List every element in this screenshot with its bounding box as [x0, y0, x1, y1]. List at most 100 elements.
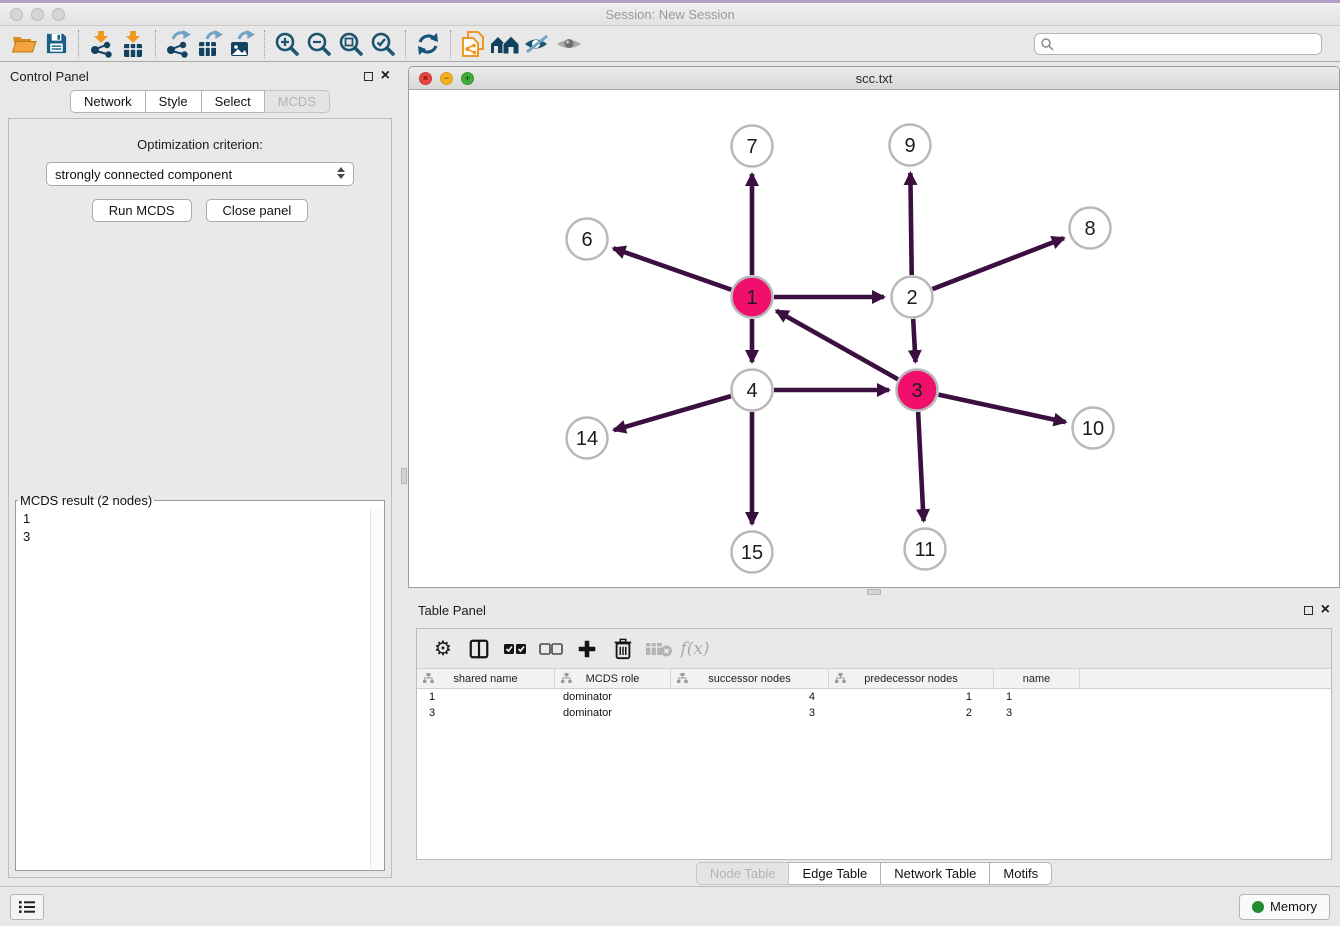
status-bar: Memory: [0, 886, 1340, 926]
optimization-select[interactable]: strongly connected component: [46, 162, 354, 186]
table-settings-button[interactable]: ⚙: [427, 633, 459, 665]
column-header-label: shared name: [453, 673, 517, 685]
column-header-mcds-role[interactable]: MCDS role: [555, 669, 671, 688]
zoom-out-button[interactable]: [303, 29, 335, 59]
task-history-button[interactable]: [10, 894, 44, 920]
node-label-11: 11: [915, 539, 936, 561]
edge-1-6[interactable]: [613, 248, 731, 289]
run-mcds-button[interactable]: Run MCDS: [92, 199, 192, 222]
divider-grip[interactable]: [401, 468, 407, 484]
function-builder-button[interactable]: f(x): [679, 633, 711, 665]
memory-label: Memory: [1270, 899, 1317, 914]
table-row[interactable]: 1dominator411: [417, 689, 1331, 705]
table-cell[interactable]: 4: [671, 689, 829, 705]
export-image-button[interactable]: [226, 29, 258, 59]
tab-select[interactable]: Select: [202, 90, 265, 113]
table-tab-node-table[interactable]: Node Table: [696, 862, 790, 885]
tab-mcds[interactable]: MCDS: [265, 90, 330, 113]
edge-2-3[interactable]: [913, 319, 915, 362]
search-input[interactable]: [1034, 33, 1322, 55]
table-header-row: shared name MCDS role successor nodes prede…: [417, 669, 1331, 689]
import-network-button[interactable]: [85, 29, 117, 59]
network-canvas[interactable]: 7968124314101511: [409, 90, 1339, 587]
table-tab-edge-table[interactable]: Edge Table: [789, 862, 881, 885]
column-header-shared-name[interactable]: shared name: [417, 669, 555, 688]
optimization-select-value: strongly connected component: [55, 167, 232, 182]
result-item[interactable]: 1: [17, 510, 370, 528]
result-scrollbar[interactable]: [370, 509, 383, 869]
add-column-button[interactable]: [571, 633, 603, 665]
edge-2-9[interactable]: [910, 173, 911, 275]
close-panel-icon[interactable]: ×: [381, 70, 390, 82]
save-session-button[interactable]: [40, 29, 72, 59]
export-image-icon: [228, 30, 256, 58]
attribute-icon: [677, 673, 688, 684]
hide-selected-button[interactable]: [521, 29, 553, 59]
search-icon: [1040, 37, 1054, 51]
eye-slash-icon: [523, 32, 551, 56]
tab-style[interactable]: Style: [146, 90, 202, 113]
close-panel-icon[interactable]: ×: [1321, 604, 1330, 616]
control-panel-title: Control Panel: [10, 69, 89, 84]
zoom-in-icon: [274, 31, 300, 57]
column-header-predecessor-nodes[interactable]: predecessor nodes: [829, 669, 994, 688]
column-header-name[interactable]: name: [994, 669, 1080, 688]
horizontal-split-divider[interactable]: [408, 588, 1340, 596]
edge-3-10[interactable]: [939, 395, 1066, 422]
trash-icon: [613, 638, 633, 660]
table-cell[interactable]: 1: [417, 689, 555, 705]
edge-3-1[interactable]: [776, 311, 897, 379]
tab-network[interactable]: Network: [70, 90, 146, 113]
deselect-all-button[interactable]: [535, 633, 567, 665]
edge-4-14[interactable]: [614, 396, 731, 430]
zoom-selected-button[interactable]: [367, 29, 399, 59]
edge-2-8[interactable]: [933, 238, 1064, 289]
column-header-successor-nodes[interactable]: successor nodes: [671, 669, 829, 688]
open-session-button[interactable]: [8, 29, 40, 59]
toolbar-separator: [78, 30, 79, 58]
table-cell[interactable]: 3: [417, 705, 555, 721]
table-cell[interactable]: dominator: [555, 705, 671, 721]
toggle-column-button[interactable]: [463, 633, 495, 665]
node-label-3: 3: [911, 380, 922, 402]
table-cell[interactable]: 2: [829, 705, 994, 721]
attribute-icon: [835, 673, 846, 684]
gear-icon: ⚙: [434, 636, 452, 661]
divider-grip[interactable]: [867, 589, 881, 595]
table-tab-network-table[interactable]: Network Table: [881, 862, 990, 885]
home-button[interactable]: [489, 29, 521, 59]
toolbar-separator: [155, 30, 156, 58]
table-cell[interactable]: 3: [994, 705, 1080, 721]
select-all-button[interactable]: [499, 633, 531, 665]
unchecked-boxes-icon: [539, 642, 563, 656]
table-cell[interactable]: 1: [829, 689, 994, 705]
attribute-icon: [423, 673, 434, 684]
import-table-button[interactable]: [117, 29, 149, 59]
close-panel-button[interactable]: Close panel: [206, 199, 309, 222]
table-cell[interactable]: 3: [671, 705, 829, 721]
result-item[interactable]: 3: [17, 528, 370, 546]
homes-icon: [490, 32, 520, 56]
export-table-button[interactable]: [194, 29, 226, 59]
cybrowser-button[interactable]: [457, 29, 489, 59]
column-icon: [468, 638, 490, 660]
table-cell[interactable]: 1: [994, 689, 1080, 705]
delete-table-button[interactable]: [643, 633, 675, 665]
table-tab-motifs[interactable]: Motifs: [990, 862, 1052, 885]
refresh-arrows-icon: [415, 31, 441, 57]
show-all-button[interactable]: [553, 29, 585, 59]
column-header-label: successor nodes: [708, 673, 791, 685]
vertical-split-divider[interactable]: [400, 62, 408, 886]
table-cell[interactable]: dominator: [555, 689, 671, 705]
zoom-in-button[interactable]: [271, 29, 303, 59]
float-panel-icon[interactable]: [1304, 606, 1313, 615]
memory-button[interactable]: Memory: [1239, 894, 1330, 920]
zoom-fit-button[interactable]: [335, 29, 367, 59]
edge-3-11[interactable]: [918, 412, 923, 521]
float-panel-icon[interactable]: [364, 72, 373, 81]
export-network-button[interactable]: [162, 29, 194, 59]
apply-layout-button[interactable]: [412, 29, 444, 59]
table-row[interactable]: 3dominator323: [417, 705, 1331, 721]
delete-column-button[interactable]: [607, 633, 639, 665]
column-header-label: MCDS role: [586, 673, 640, 685]
